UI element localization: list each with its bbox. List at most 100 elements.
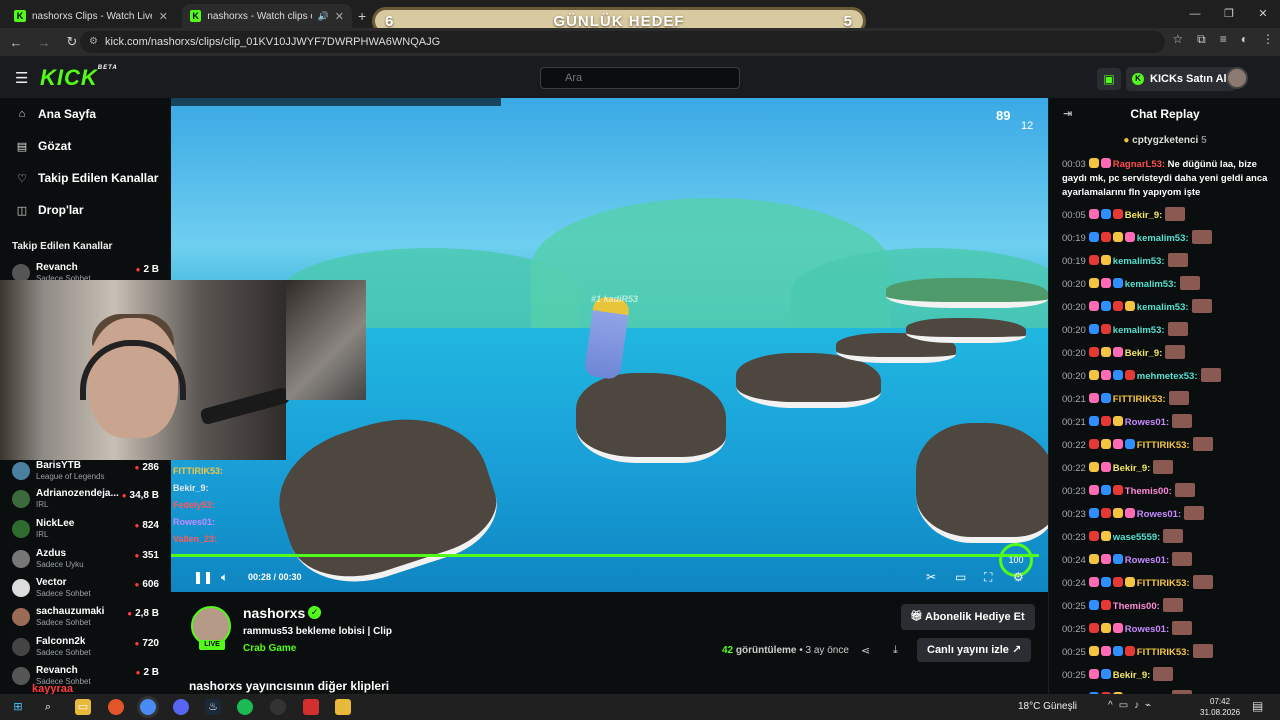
minimize-icon[interactable]: — [1178, 0, 1212, 28]
sidebar-item-drops[interactable]: ◫ Drop'lar [16, 200, 84, 220]
user-avatar[interactable] [1226, 67, 1248, 89]
back-icon[interactable]: ← [4, 35, 28, 50]
gift-subscription-button[interactable]: 🎁︎ Abonelik Hediye Et [901, 604, 1035, 630]
share-icon[interactable]: ⋖ [861, 644, 870, 657]
taskbar-clock[interactable]: 07:42 31.08.2026 [1200, 696, 1240, 718]
download-icon[interactable]: ⤓ [893, 644, 898, 657]
chat-username[interactable]: Themis00: [1113, 601, 1160, 612]
verified-icon: ✓ [308, 606, 321, 619]
channel-item[interactable]: AzdusSadece Uyku 351 [10, 546, 165, 572]
browser-icon[interactable] [108, 699, 124, 715]
chat-username[interactable]: wase5559: [1113, 532, 1161, 543]
steam-icon[interactable]: ♨ [205, 699, 221, 715]
chat-username[interactable]: Bekir_9: [1125, 348, 1163, 359]
volume-icon[interactable]: 🔈︎ [221, 570, 228, 585]
chat-username[interactable]: mehmetex53: [1137, 371, 1198, 382]
url-field[interactable]: ⚙ kick.com/nashorxs/clips/clip_01KV10JJW… [80, 31, 1165, 53]
chat-badge-icon [1100, 232, 1111, 242]
obs-icon[interactable] [270, 699, 286, 715]
spotify-icon[interactable] [237, 699, 253, 715]
chat-username[interactable]: kemalim53: [1113, 256, 1165, 267]
search-input[interactable] [540, 67, 740, 89]
channel-item[interactable]: BarisYTBLeague of Legends 286 [10, 458, 165, 484]
discord-icon[interactable] [173, 699, 189, 715]
gift-icon[interactable]: ▣ [1097, 68, 1121, 90]
chat-username[interactable]: Rowes01: [1125, 624, 1169, 635]
chat-username[interactable]: Themis00: [1125, 486, 1172, 497]
chat-badge-icon [1088, 416, 1099, 426]
collapse-chat-icon[interactable]: ⇥ [1063, 98, 1072, 130]
chat-username[interactable]: RagnarL53: [1113, 159, 1165, 170]
browser-tab-1[interactable]: K nashorxs Clips - Watch Live on ✕ [6, 4, 176, 28]
chat-username[interactable]: kemalim53: [1125, 279, 1177, 290]
rock-platform [916, 423, 1048, 543]
notifications-icon[interactable]: ▤ [1252, 699, 1263, 713]
chat-timestamp: 00:20 [1062, 279, 1086, 290]
chat-username[interactable]: kemalim53: [1137, 302, 1189, 313]
app-icon[interactable] [335, 699, 351, 715]
media-controls-icon[interactable]: ≡ [1220, 32, 1227, 47]
sidebar-item-following[interactable]: ♡ Takip Edilen Kanallar [16, 168, 158, 188]
system-tray-icons[interactable]: ^▭♪⌁ [1108, 700, 1157, 711]
video-progress-bar[interactable] [171, 554, 1040, 557]
search-icon[interactable]: ⌕ [40, 699, 56, 715]
forward-icon[interactable]: → [32, 35, 56, 50]
watch-live-button[interactable]: Canlı yayını izle ↗ [917, 638, 1032, 662]
channel-item[interactable]: NickLeeIRL 824 [10, 516, 165, 542]
channel-item[interactable]: VectorSadece Sohbet 606 [10, 575, 165, 601]
chat-username[interactable]: FITTIRIK53: [1137, 647, 1190, 658]
sidebar-item-browse[interactable]: ▤ Gözat [16, 136, 72, 156]
site-info-icon[interactable]: ⚙ [89, 31, 98, 53]
chat-username[interactable]: FITTIRIK53: [1113, 394, 1166, 405]
settings-icon[interactable]: ⚙ [1013, 570, 1024, 584]
channel-item[interactable]: Falconn2kSadece Sohbet 720 [10, 634, 165, 660]
chat-timestamp: 00:20 [1062, 325, 1086, 336]
close-tab-icon[interactable]: ✕ [159, 10, 168, 23]
theater-mode-icon[interactable]: ▭ [955, 570, 966, 584]
sidebar-item-home[interactable]: ⌂ Ana Sayfa [16, 104, 96, 124]
profile-icon[interactable]: ◐ [1241, 32, 1248, 47]
channel-item[interactable]: sachauzumakiSadece Sohbet 2,8 B [10, 604, 165, 630]
bookmark-star-icon[interactable]: ☆ [1172, 32, 1183, 47]
chat-username[interactable]: kemalim53: [1137, 233, 1189, 244]
chat-timestamp: 00:23 [1062, 486, 1086, 497]
new-tab-button[interactable]: + [358, 4, 366, 28]
file-explorer-icon[interactable]: ▭ [75, 699, 91, 715]
chat-username[interactable]: Rowes01: [1125, 555, 1169, 566]
browser-tab-2[interactable]: K nashorxs - Watch clips on K 🔊 ✕ [182, 4, 352, 28]
nav-label: Takip Edilen Kanallar [38, 171, 159, 185]
clip-icon[interactable]: ✂ [926, 570, 936, 584]
close-tab-icon[interactable]: ✕ [335, 10, 344, 23]
app-icon[interactable] [303, 699, 319, 715]
extensions-icon[interactable]: ⧉ [1197, 32, 1206, 47]
windows-start-icon[interactable]: ⊞ [10, 699, 26, 715]
chat-username[interactable]: FITTIRIK53: [1137, 578, 1190, 589]
menu-icon[interactable]: ☰ [15, 69, 28, 87]
chat-messages: 00:03 RagnarL53: Ne düğünü laa, bize gayd… [1062, 158, 1274, 713]
browser-menu-icon[interactable]: ⋮ [1262, 32, 1274, 47]
avatar [12, 550, 30, 568]
chat-username[interactable]: FITTIRIK53: [1137, 440, 1190, 451]
category-link[interactable]: Crab Game [243, 643, 296, 654]
kick-logo[interactable]: KICKBETA [40, 65, 118, 91]
viewer-count: 824 [134, 520, 159, 531]
fullscreen-icon[interactable]: ⛶ [984, 570, 992, 585]
chat-username[interactable]: Rowes01: [1125, 417, 1169, 428]
chat-username[interactable]: kemalim53: [1113, 325, 1165, 336]
streamer-name[interactable]: nashorxs [243, 605, 305, 621]
speaker-icon[interactable]: 🔊 [318, 11, 329, 22]
nav-label: Drop'lar [38, 203, 84, 217]
chrome-icon[interactable] [140, 699, 156, 715]
viewer-count: 351 [134, 550, 159, 561]
weather-widget[interactable]: 18°C Güneşli [1018, 701, 1077, 712]
channel-item[interactable]: Adrianozendeja...IRL 34,8 B [10, 486, 165, 512]
chat-username[interactable]: Bekir_9: [1125, 210, 1163, 221]
chat-username[interactable]: Bekir_9: [1113, 670, 1151, 681]
chat-username[interactable]: Rowes01: [1137, 509, 1181, 520]
pause-icon[interactable]: ❚❚ [193, 570, 213, 584]
chat-username[interactable]: Bekir_9: [1113, 463, 1151, 474]
buy-kicks-button[interactable]: K KICKs Satın Al [1126, 67, 1235, 91]
maximize-icon[interactable]: ❐ [1212, 0, 1246, 28]
current-time: 00:28 [248, 572, 272, 582]
close-window-icon[interactable]: ✕ [1246, 0, 1280, 28]
